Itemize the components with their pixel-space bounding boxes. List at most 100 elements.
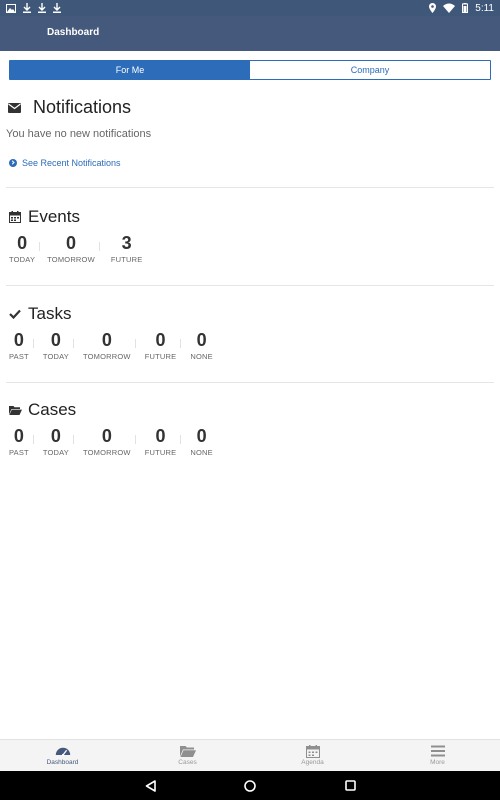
stat-label: TODAY	[9, 255, 36, 264]
stat-value: 0	[13, 330, 24, 350]
stat-value: 0	[101, 330, 112, 350]
notifications-section: Notifications	[6, 97, 494, 118]
divider	[6, 382, 494, 383]
tasks-header: Tasks	[6, 304, 494, 324]
status-bar-right: 5:11	[429, 3, 494, 14]
stat-value: 3	[121, 233, 132, 253]
stat-label: PAST	[9, 448, 29, 457]
stat-label: TOMORROW	[47, 255, 95, 264]
tasks-title: Tasks	[28, 304, 72, 323]
recents-square-icon	[344, 780, 356, 791]
scope-tabs: For Me Company	[9, 60, 491, 80]
bottom-nav: Dashboard Cases Agenda More	[0, 739, 500, 771]
status-bar-left	[6, 3, 61, 13]
status-time: 5:11	[475, 2, 494, 14]
stat-cases-future[interactable]: 0 FUTURE	[134, 426, 181, 457]
gauge-icon	[55, 745, 71, 757]
home-circle-icon	[244, 779, 256, 792]
bottom-nav-dashboard[interactable]: Dashboard	[0, 740, 125, 771]
stat-label: FUTURE	[144, 352, 177, 361]
stat-tasks-today[interactable]: 0 TODAY	[32, 330, 73, 361]
stat-label: FUTURE	[110, 255, 143, 264]
folder-open-icon	[9, 406, 22, 415]
bottom-nav-label: Dashboard	[46, 759, 79, 766]
stat-events-future[interactable]: 3 FUTURE	[98, 233, 147, 264]
cases-stats: 0 PAST 0 TODAY 0 TOMORROW 0 FUTURE 0 NON…	[5, 426, 217, 457]
cases-title: Cases	[28, 400, 77, 419]
image-icon	[6, 3, 16, 13]
stat-value: 0	[155, 330, 166, 350]
wifi-icon	[443, 3, 456, 13]
notifications-title: Notifications	[33, 97, 132, 117]
app-header: Dashboard	[0, 16, 500, 51]
stat-value: 0	[66, 233, 77, 253]
stat-value: 0	[50, 330, 61, 350]
stat-cases-past[interactable]: 0 PAST	[5, 426, 33, 457]
see-recent-notifications-label: See Recent Notifications	[22, 158, 121, 168]
events-stats: 0 TODAY 0 TOMORROW 3 FUTURE	[5, 233, 147, 264]
stat-events-tomorrow[interactable]: 0 TOMORROW	[39, 233, 99, 264]
chevron-circle-right-icon	[9, 159, 17, 167]
bottom-nav-label: More	[430, 759, 445, 766]
download-icon	[38, 3, 46, 13]
stat-tasks-past[interactable]: 0 PAST	[5, 330, 33, 361]
bottom-nav-cases[interactable]: Cases	[125, 740, 250, 771]
stat-cases-tomorrow[interactable]: 0 TOMORROW	[73, 426, 135, 457]
tab-for-me[interactable]: For Me	[10, 61, 250, 79]
stat-value: 0	[196, 426, 207, 446]
stat-value: 0	[50, 426, 61, 446]
stat-value: 0	[155, 426, 166, 446]
divider	[6, 285, 494, 286]
stat-value: 0	[196, 330, 207, 350]
cases-header: Cases	[6, 400, 494, 420]
events-section: Events	[6, 207, 494, 227]
folder-icon	[179, 745, 196, 757]
page-title: Dashboard	[47, 27, 100, 38]
stat-label: NONE	[190, 448, 213, 457]
download-icon	[53, 3, 61, 13]
stat-cases-today[interactable]: 0 TODAY	[32, 426, 73, 457]
battery-icon	[462, 3, 469, 13]
stat-tasks-tomorrow[interactable]: 0 TOMORROW	[73, 330, 135, 361]
stat-value: 0	[17, 233, 28, 253]
divider	[6, 187, 494, 188]
back-triangle-icon	[145, 779, 156, 792]
menu-icon	[430, 745, 446, 757]
notifications-header: Notifications	[6, 97, 494, 118]
stat-cases-none[interactable]: 0 NONE	[180, 426, 216, 457]
tasks-section: Tasks	[6, 304, 494, 324]
home-button[interactable]	[241, 777, 259, 795]
stat-tasks-none[interactable]: 0 NONE	[180, 330, 216, 361]
stat-label: TOMORROW	[83, 448, 131, 457]
events-title: Events	[28, 207, 80, 226]
download-icon	[23, 3, 31, 13]
see-recent-notifications-link[interactable]: See Recent Notifications	[9, 158, 121, 168]
calendar-icon	[305, 744, 321, 758]
back-button[interactable]	[141, 777, 159, 795]
calendar-icon	[9, 211, 21, 223]
envelope-icon	[8, 102, 21, 113]
cases-section: Cases	[6, 400, 494, 420]
stat-tasks-future[interactable]: 0 FUTURE	[134, 330, 181, 361]
bottom-nav-label: Agenda	[301, 759, 324, 766]
stat-events-today[interactable]: 0 TODAY	[5, 233, 39, 264]
notifications-empty-text: You have no new notifications	[6, 128, 152, 140]
stat-label: FUTURE	[144, 448, 177, 457]
system-nav-bar	[0, 771, 500, 800]
bottom-nav-more[interactable]: More	[375, 740, 500, 771]
bottom-nav-label: Cases	[178, 759, 197, 766]
stat-value: 0	[13, 426, 24, 446]
tab-company[interactable]: Company	[250, 61, 490, 79]
stat-label: TODAY	[42, 352, 69, 361]
events-header: Events	[6, 207, 494, 227]
stat-value: 0	[101, 426, 112, 446]
tasks-stats: 0 PAST 0 TODAY 0 TOMORROW 0 FUTURE 0 NON…	[5, 330, 217, 361]
stat-label: TODAY	[42, 448, 69, 457]
stat-label: TOMORROW	[83, 352, 131, 361]
status-bar: 5:11	[0, 0, 500, 16]
location-icon	[429, 3, 437, 13]
check-icon	[9, 309, 21, 319]
recents-button[interactable]	[341, 777, 359, 795]
bottom-nav-agenda[interactable]: Agenda	[250, 740, 375, 771]
stat-label: NONE	[190, 352, 213, 361]
